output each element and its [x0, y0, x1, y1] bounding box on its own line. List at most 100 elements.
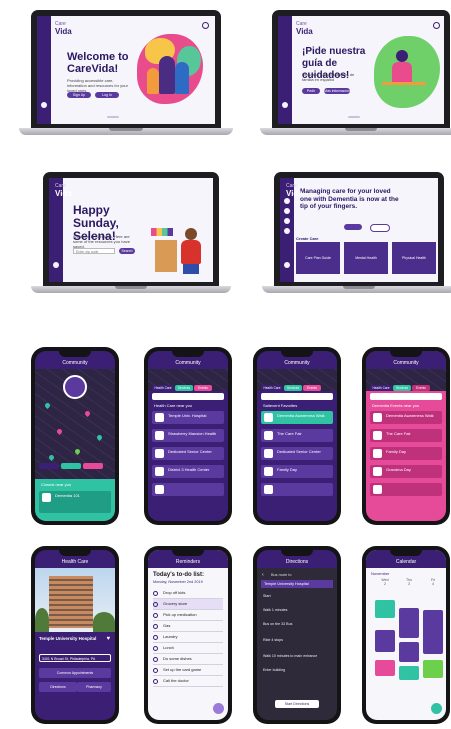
back-icon[interactable]: ‹ [262, 572, 264, 578]
search-input[interactable] [261, 393, 333, 400]
list-item[interactable]: Dedicated Senior Center [261, 447, 333, 460]
todo-item[interactable]: Drop off kids [153, 588, 223, 599]
todo-item[interactable]: Grocery store [153, 599, 223, 610]
location-marker[interactable] [63, 375, 87, 399]
todo-item[interactable]: Gas [153, 621, 223, 632]
tab-health-care[interactable]: Health Care [370, 385, 392, 391]
tab-events[interactable]: Events [194, 385, 212, 391]
list-item[interactable]: The Care Fair [370, 429, 442, 442]
calendar-event[interactable] [399, 666, 419, 680]
tab-services[interactable]: Services [175, 385, 193, 391]
calendar-event[interactable] [399, 608, 419, 638]
tab-services[interactable]: Services [284, 385, 302, 391]
edit-button[interactable] [213, 703, 224, 714]
tab-services[interactable]: Services [393, 385, 411, 391]
tab-events[interactable] [83, 463, 103, 469]
list-item[interactable]: Family Day [261, 465, 333, 478]
checkbox[interactable] [153, 590, 158, 596]
menu-icon[interactable] [53, 262, 59, 268]
tab-health-care[interactable]: Health Care [152, 385, 174, 391]
calendar-event[interactable] [423, 610, 443, 654]
search-icon[interactable] [433, 22, 440, 29]
calendar-event[interactable] [399, 642, 419, 662]
list-item[interactable]: Dementia Awareness Walk [261, 411, 333, 424]
checkbox-icon [264, 449, 273, 458]
page-title: Managing care for your loved one with De… [300, 188, 399, 210]
todo-date: Monday, November 2nd 2019 [153, 580, 203, 584]
add-event-button[interactable] [431, 703, 442, 714]
list-item-label: Strawberry Mansion Health [168, 431, 217, 436]
list-item[interactable]: Grandma Day [370, 465, 442, 478]
checkbox[interactable] [153, 645, 158, 651]
search-input[interactable] [370, 393, 442, 400]
pharmacy-button[interactable]: Pharmacy [77, 682, 111, 692]
checkbox[interactable] [153, 667, 158, 673]
community-icon[interactable] [284, 208, 290, 214]
list-item[interactable]: The Care Fair [261, 429, 333, 442]
search-input[interactable] [152, 393, 224, 400]
heart-icon[interactable]: ♥ [106, 636, 110, 642]
todo-item[interactable]: Pick up medication [153, 610, 223, 621]
list-item[interactable]: Dementia Awareness Walk [370, 411, 442, 424]
list-item[interactable]: Dementia 101 [39, 491, 111, 513]
list-item[interactable]: Strawberry Mansion Health [152, 429, 224, 442]
menu-icon[interactable] [282, 102, 288, 108]
checkbox[interactable] [153, 612, 158, 618]
order-button[interactable]: Pedir [302, 88, 320, 94]
address-field[interactable]: 3401 N Broad St, Philadelphia, PA [39, 654, 111, 662]
tab-events[interactable]: Events [412, 385, 430, 391]
calendar-event[interactable] [375, 660, 395, 676]
tab-events[interactable]: Events [303, 385, 321, 391]
checkbox[interactable] [153, 634, 158, 640]
checkbox-icon [264, 413, 273, 422]
checkbox-icon [373, 467, 382, 476]
todo-item[interactable]: Do some dishes [153, 654, 223, 665]
list-item[interactable]: District 3 Health Center [152, 465, 224, 478]
search-button[interactable]: Search [119, 248, 135, 254]
start-directions-button[interactable]: Start Directions [275, 700, 319, 708]
route-step: Walk 1 minutes [263, 608, 288, 612]
todo-item[interactable]: Set up the card game [153, 665, 223, 676]
checkbox[interactable] [153, 678, 158, 684]
signup-button[interactable]: Sign Up [67, 92, 91, 98]
login-button[interactable]: Log In [95, 92, 119, 98]
home-icon[interactable] [284, 198, 290, 204]
hero-button-secondary[interactable] [370, 224, 390, 232]
more-info-button[interactable]: Más información [324, 88, 350, 94]
tab-services[interactable] [61, 463, 81, 469]
zip-input[interactable]: Enter zip code [73, 248, 115, 254]
menu-icon[interactable] [41, 102, 47, 108]
care-card[interactable]: Care Plan Guide [296, 242, 340, 274]
hero-button[interactable] [344, 224, 362, 230]
tab-health-care[interactable] [39, 463, 59, 469]
calendar-event[interactable] [423, 660, 443, 678]
todo-item[interactable]: Lunch [153, 643, 223, 654]
list-item[interactable] [152, 483, 224, 496]
calendar-event[interactable] [375, 630, 395, 652]
tab-health-care[interactable]: Health Care [261, 385, 283, 391]
search-icon[interactable] [202, 22, 209, 29]
calendar-event[interactable] [375, 600, 395, 618]
todo-item[interactable]: Call the doctor [153, 676, 223, 687]
checkbox[interactable] [153, 623, 158, 629]
menu-icon[interactable] [284, 262, 290, 268]
care-card[interactable]: Mental Health [344, 242, 388, 274]
list-item[interactable]: Temple Univ. Hospital [152, 411, 224, 424]
laptop-dementia: Care Vida Managing care for your loved on… [262, 172, 451, 293]
plus-icon [155, 413, 164, 422]
list-item[interactable] [261, 483, 333, 496]
checkbox[interactable] [153, 601, 158, 607]
checkbox[interactable] [153, 656, 158, 662]
calendar-icon[interactable] [284, 228, 290, 234]
list-item[interactable]: Dedicated Senior Center [152, 447, 224, 460]
list-item-label: The Care Fair [277, 431, 302, 436]
list-item[interactable]: Family Day [370, 447, 442, 460]
list-item[interactable] [370, 483, 442, 496]
care-card[interactable]: Physical Health [392, 242, 436, 274]
month-select[interactable]: November [371, 571, 389, 576]
reminders-icon[interactable] [284, 218, 290, 224]
directions-button[interactable]: Directions [39, 682, 77, 692]
checkbox-icon [264, 467, 273, 476]
todo-item[interactable]: Laundry [153, 632, 223, 643]
appointments-button[interactable]: Common Appointments [39, 668, 111, 678]
